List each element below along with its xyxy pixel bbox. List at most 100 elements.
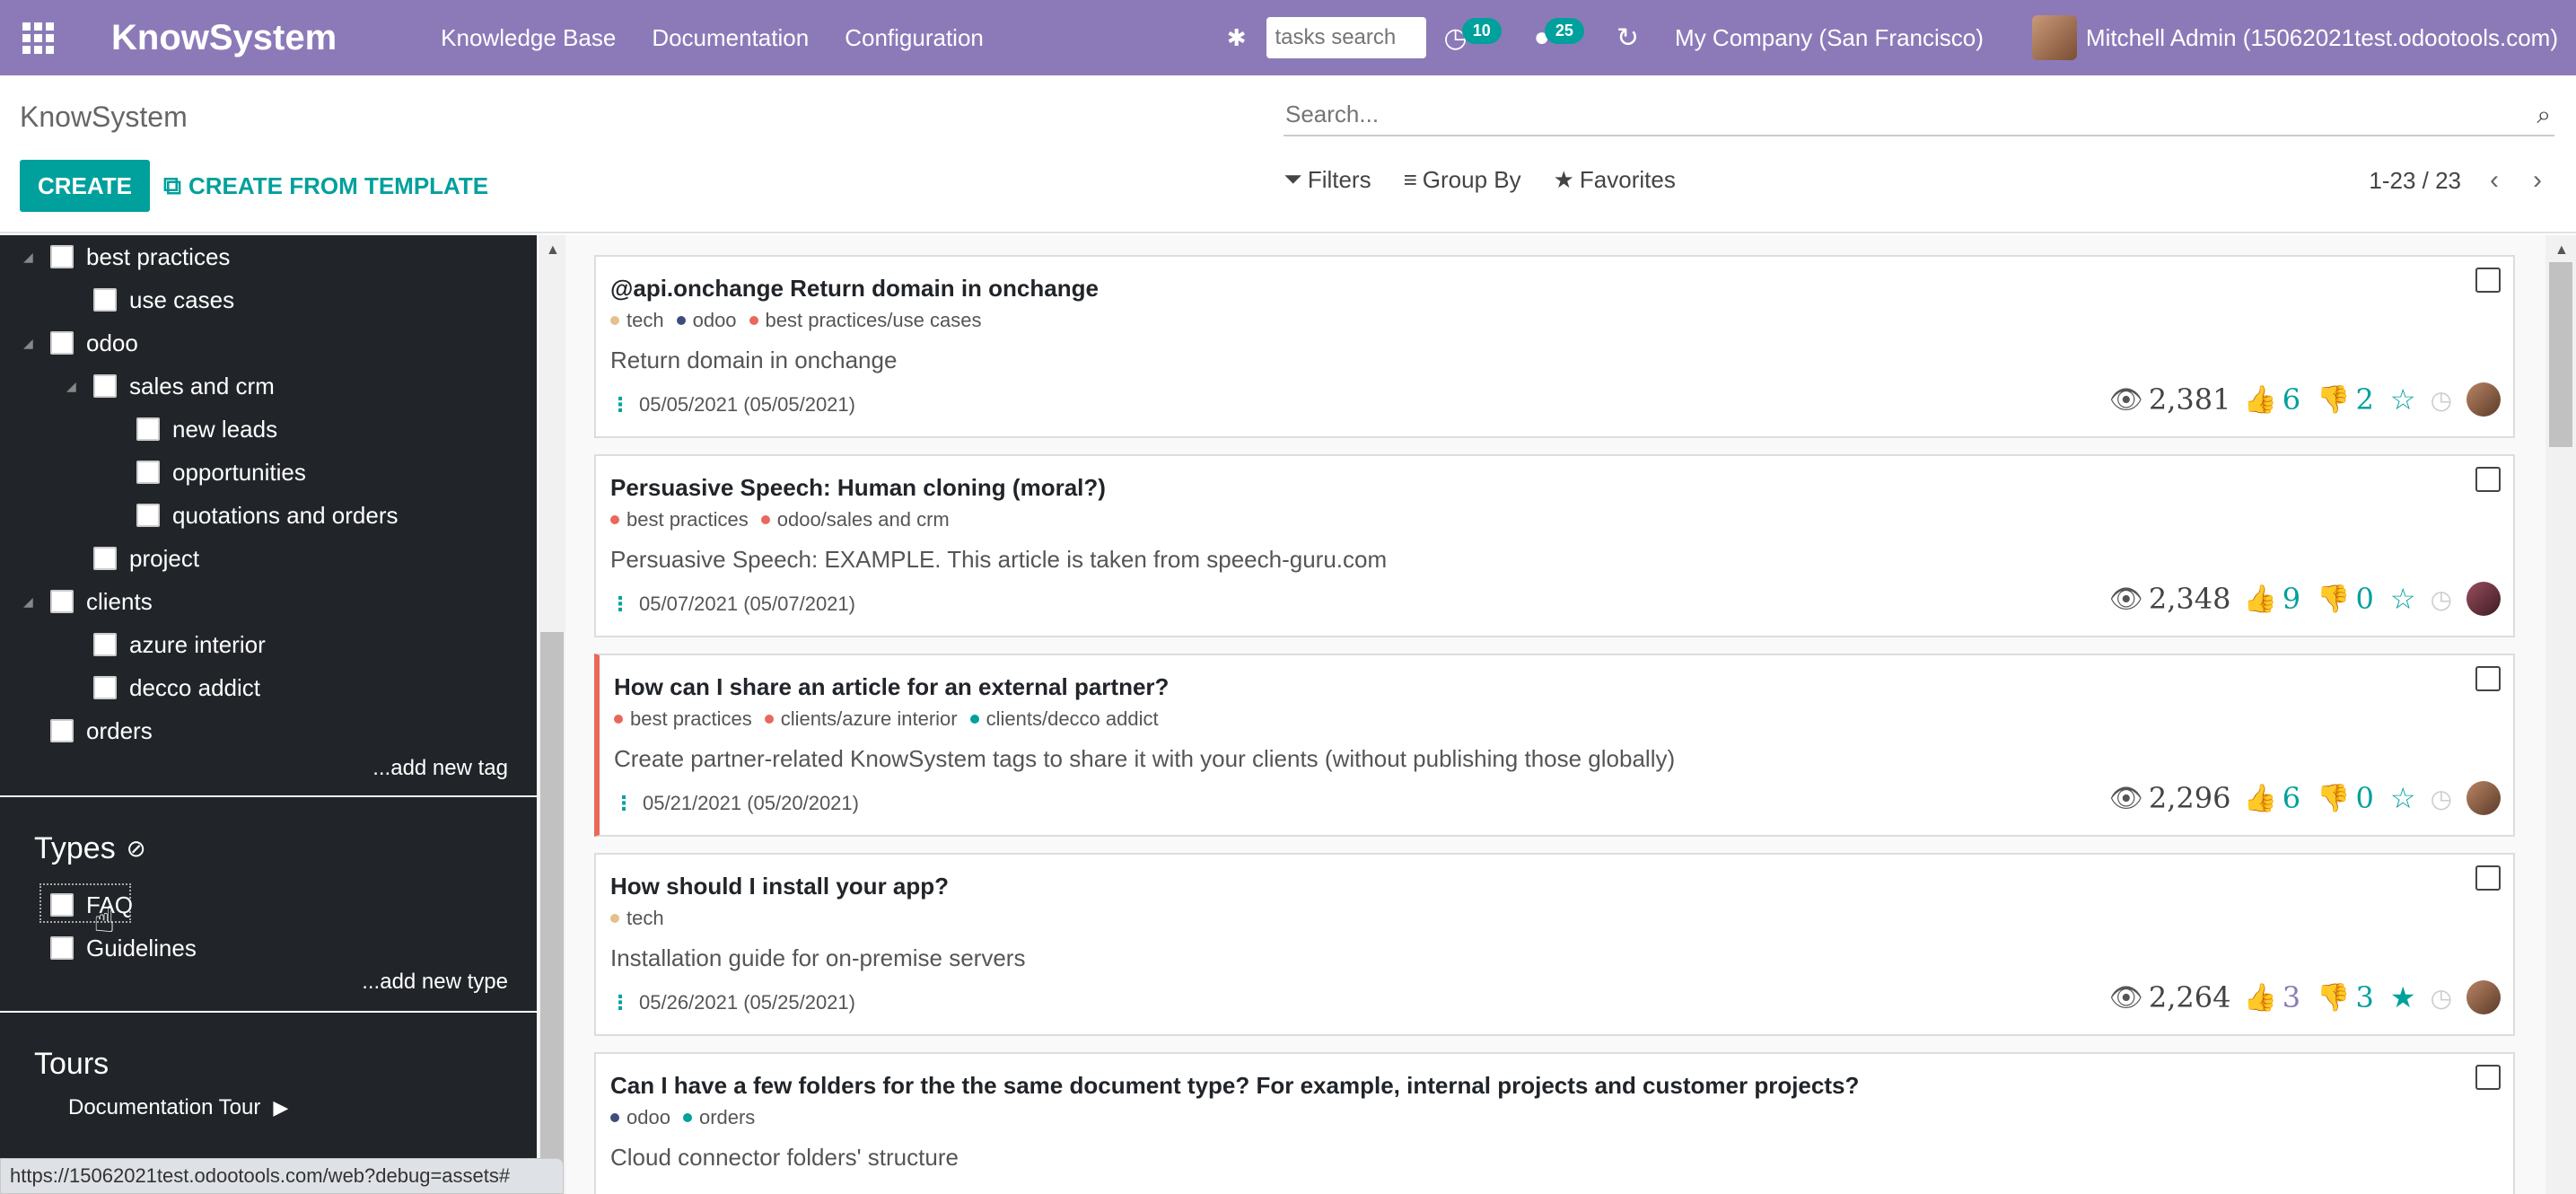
clear-filter-icon[interactable]: ⊘	[127, 835, 146, 863]
clock-icon[interactable]: ◷	[2431, 584, 2452, 614]
article-title[interactable]: Persuasive Speech: Human cloning (moral?…	[610, 474, 1106, 502]
apps-grid-icon[interactable]	[0, 0, 75, 75]
user-avatar[interactable]	[2031, 15, 2077, 60]
tag-item[interactable]: ◢ odoo	[23, 321, 138, 364]
add-new-tag-link[interactable]: ...add new tag	[372, 756, 508, 781]
clock-icon[interactable]: ◷	[2431, 385, 2452, 415]
documentation-tour-button[interactable]: Documentation Tour ▶	[68, 1095, 288, 1120]
thumbs-up-icon[interactable]: 👍	[2243, 783, 2276, 814]
filters-button[interactable]: ⏷ Filters	[1284, 165, 1371, 194]
pager-value[interactable]: 1-23 / 23	[2369, 167, 2461, 195]
list-scroll-thumb[interactable]	[2549, 262, 2572, 447]
type-checkbox[interactable]	[50, 893, 74, 917]
tag-item[interactable]: azure interior	[93, 623, 266, 666]
vertical-dots-icon[interactable]: ⋮	[610, 593, 630, 616]
tag-checkbox[interactable]	[93, 374, 117, 398]
chevron-right-icon[interactable]: ›	[2533, 165, 2542, 196]
list-scrollbar[interactable]: ▲	[2545, 235, 2576, 1194]
article-title[interactable]: Can I have a few folders for the the sam…	[610, 1072, 1859, 1100]
article-card[interactable]: Can I have a few folders for the the sam…	[594, 1052, 2515, 1194]
tag-item[interactable]: quotations and orders	[136, 494, 399, 537]
caret-down-icon[interactable]: ◢	[23, 336, 33, 351]
tag-item[interactable]: ◢ sales and crm	[66, 364, 275, 408]
star-outline-icon[interactable]: ☆	[2390, 781, 2416, 815]
tag-checkbox[interactable]	[93, 633, 117, 656]
user-menu[interactable]: Mitchell Admin (15062021test.odootools.c…	[2086, 24, 2558, 52]
type-item[interactable]: Guidelines	[50, 926, 197, 970]
groupby-button[interactable]: ≡ Group By	[1404, 165, 1521, 194]
menu-knowledge-base[interactable]: Knowledge Base	[441, 24, 616, 52]
activities-button[interactable]: ◷ 10	[1444, 17, 1507, 54]
star-outline-icon[interactable]: ☆	[2390, 582, 2416, 616]
favorites-button[interactable]: ★ Favorites	[1554, 165, 1676, 194]
add-new-type-link[interactable]: ...add new type	[362, 970, 508, 995]
type-item[interactable]: FAQ	[50, 883, 133, 926]
vertical-dots-icon[interactable]: ⋮	[610, 991, 630, 1014]
scroll-up-icon[interactable]: ▲	[546, 242, 560, 259]
tag-checkbox[interactable]	[93, 288, 117, 312]
tag-checkbox[interactable]	[50, 590, 74, 613]
article-select-checkbox[interactable]	[2475, 1065, 2501, 1090]
tag-checkbox[interactable]	[50, 719, 74, 742]
tag-item[interactable]: opportunities	[136, 451, 306, 494]
tag-item[interactable]: new leads	[136, 408, 277, 451]
article-title[interactable]: @api.onchange Return domain in onchange	[610, 275, 1099, 303]
tag-checkbox[interactable]	[50, 245, 74, 268]
sidebar-scroll-thumb[interactable]	[540, 632, 564, 1194]
clock-icon[interactable]: ◷	[2431, 784, 2452, 813]
article-card[interactable]: @api.onchange Return domain in onchange …	[594, 255, 2515, 438]
tag-item[interactable]: use cases	[93, 278, 234, 321]
tag-checkbox[interactable]	[136, 461, 160, 484]
tag-item[interactable]: ◢ best practices	[23, 235, 230, 278]
thumbs-down-icon[interactable]: 👎	[2317, 384, 2350, 416]
refresh-icon[interactable]: ↻	[1617, 22, 1639, 54]
caret-down-icon[interactable]: ◢	[23, 594, 33, 610]
app-brand[interactable]: KnowSystem	[111, 18, 337, 58]
tasks-search-input[interactable]	[1266, 17, 1426, 58]
company-switcher[interactable]: My Company (San Francisco)	[1675, 24, 1984, 52]
tag-checkbox[interactable]	[93, 676, 117, 699]
article-card[interactable]: Persuasive Speech: Human cloning (moral?…	[594, 454, 2515, 637]
caret-down-icon[interactable]: ◢	[23, 250, 33, 265]
scroll-up-icon[interactable]: ▲	[2554, 242, 2569, 259]
menu-documentation[interactable]: Documentation	[652, 24, 809, 52]
messages-button[interactable]: ● 25	[1534, 17, 1590, 53]
article-select-checkbox[interactable]	[2475, 865, 2501, 891]
chevron-left-icon[interactable]: ‹	[2490, 165, 2499, 196]
thumbs-up-icon[interactable]: 👍	[2243, 384, 2276, 416]
thumbs-up-icon[interactable]: 👍	[2243, 584, 2276, 615]
article-select-checkbox[interactable]	[2475, 268, 2501, 293]
tag-checkbox[interactable]	[50, 331, 74, 355]
article-select-checkbox[interactable]	[2475, 467, 2501, 492]
article-card[interactable]: How can I share an article for an extern…	[594, 654, 2515, 837]
tag-item[interactable]: ◢ clients	[23, 580, 153, 623]
thumbs-up-icon[interactable]: 👍	[2243, 982, 2276, 1014]
tag-checkbox[interactable]	[93, 547, 117, 570]
article-title[interactable]: How should I install your app?	[610, 873, 949, 900]
thumbs-down-icon[interactable]: 👎	[2317, 783, 2350, 814]
vertical-dots-icon[interactable]: ⋮	[610, 393, 630, 417]
article-select-checkbox[interactable]	[2475, 666, 2501, 691]
create-button[interactable]: CREATE	[20, 160, 150, 212]
menu-configuration[interactable]: Configuration	[845, 24, 984, 52]
create-from-template-button[interactable]: ⧉ CREATE FROM TEMPLATE	[163, 160, 488, 212]
star-outline-icon[interactable]: ☆	[2390, 382, 2416, 417]
tag-checkbox[interactable]	[136, 504, 160, 527]
thumbs-down-icon[interactable]: 👎	[2317, 584, 2350, 615]
tag-checkbox[interactable]	[136, 417, 160, 441]
search-input[interactable]	[1284, 93, 2554, 135]
article-title[interactable]: How can I share an article for an extern…	[614, 673, 1169, 701]
tag-item[interactable]: decco addict	[93, 666, 260, 709]
star-filled-icon[interactable]: ★	[2390, 980, 2416, 1014]
tag-item[interactable]: orders	[50, 709, 153, 752]
article-card[interactable]: How should I install your app? tech Inst…	[594, 853, 2515, 1036]
sidebar-scrollbar[interactable]: ▲	[539, 235, 565, 1194]
thumbs-down-icon[interactable]: 👎	[2317, 982, 2350, 1014]
vertical-dots-icon[interactable]: ⋮	[614, 792, 634, 815]
caret-down-icon[interactable]: ◢	[66, 379, 76, 394]
bug-icon[interactable]: ✱	[1227, 24, 1247, 52]
search-icon[interactable]: ⌕	[2537, 101, 2551, 130]
clock-icon[interactable]: ◷	[2431, 983, 2452, 1013]
type-checkbox[interactable]	[50, 936, 74, 960]
tag-item[interactable]: project	[93, 537, 199, 580]
